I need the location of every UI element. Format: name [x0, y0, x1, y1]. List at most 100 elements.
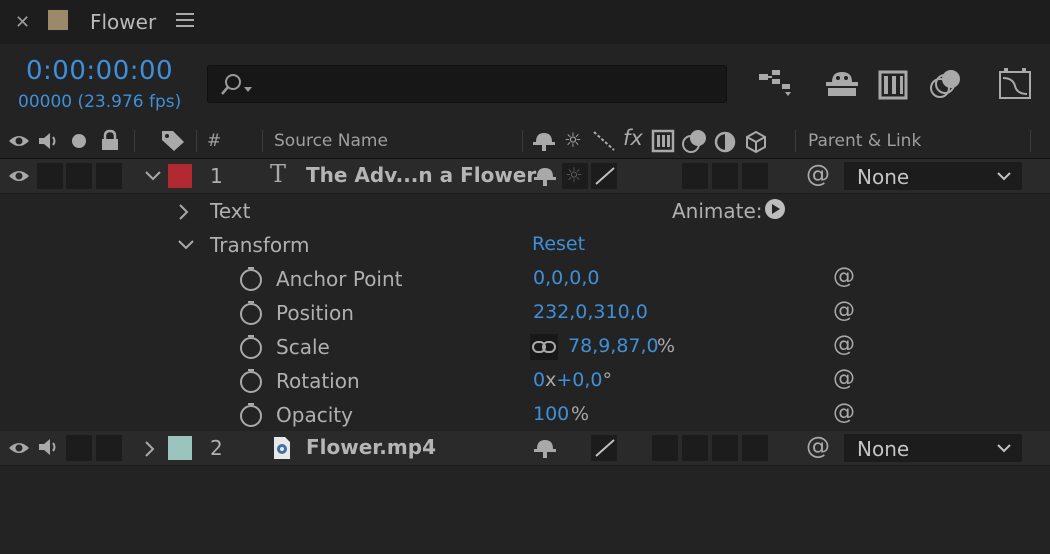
audio-icon[interactable]	[37, 131, 61, 151]
label-tag-icon[interactable]	[160, 128, 186, 152]
3d-switch[interactable]	[742, 163, 768, 189]
stopwatch-icon[interactable]	[238, 265, 264, 293]
parent-dropdown[interactable]: None	[844, 434, 1022, 462]
layer-label-color[interactable]	[168, 164, 192, 188]
parent-value: None	[857, 165, 910, 189]
current-time-display[interactable]: 0:00:00:00	[26, 56, 173, 86]
property-row-text	[0, 194, 1050, 229]
chevron-down-icon[interactable]	[177, 238, 195, 252]
position-value[interactable]: 232,0,310,0	[533, 301, 648, 323]
animate-label: Animate:	[672, 199, 763, 223]
chevron-down-icon	[997, 444, 1011, 453]
frame-blending-icon[interactable]	[874, 64, 914, 104]
property-row-scale	[0, 330, 1050, 365]
pick-whip-icon[interactable]: @	[833, 400, 855, 425]
flowchart-icon[interactable]	[756, 64, 796, 104]
motion-blur-switch[interactable]	[682, 435, 708, 461]
audio-switch[interactable]	[37, 163, 63, 189]
adjustment-layer-icon[interactable]	[713, 130, 737, 154]
effects-fx-icon[interactable]: fx	[623, 126, 643, 150]
shy-layers-icon[interactable]	[822, 64, 862, 104]
lock-icon[interactable]	[99, 129, 121, 151]
frame-blend-switch-icon[interactable]	[651, 129, 675, 153]
adjustment-switch[interactable]	[712, 163, 738, 189]
column-parent-link: Parent & Link	[808, 131, 922, 151]
animate-play-icon[interactable]	[764, 198, 786, 220]
pick-whip-icon[interactable]: @	[833, 332, 855, 357]
audio-icon[interactable]	[37, 437, 61, 457]
parent-dropdown[interactable]: None	[844, 162, 1022, 190]
rotation-value[interactable]: 0x+0,0°	[533, 369, 612, 391]
rotation-degrees[interactable]: +0,0	[556, 369, 602, 391]
chevron-down-icon	[997, 172, 1011, 181]
3d-layer-icon[interactable]	[744, 130, 768, 154]
graph-editor-icon[interactable]	[995, 64, 1035, 104]
shy-switch-icon[interactable]	[533, 165, 557, 187]
layer-number: 1	[210, 164, 223, 188]
lock-switch[interactable]	[96, 435, 122, 461]
motion-blur-icon[interactable]	[926, 64, 966, 104]
pick-whip-icon[interactable]: @	[833, 298, 855, 323]
pick-whip-icon[interactable]: @	[833, 366, 855, 391]
scale-value[interactable]: 78,9,87,0	[568, 335, 659, 357]
search-input[interactable]	[207, 65, 727, 103]
layer-visibility-eye-icon[interactable]	[8, 166, 30, 186]
property-row-anchor-point	[0, 262, 1050, 297]
quality-icon[interactable]	[592, 130, 616, 152]
solo-icon[interactable]	[70, 132, 88, 150]
layer-visibility-eye-icon[interactable]	[8, 438, 30, 458]
property-row-rotation	[0, 364, 1050, 399]
chevron-right-icon[interactable]	[176, 203, 190, 221]
constrain-proportions-toggle[interactable]	[530, 334, 558, 360]
lock-switch[interactable]	[96, 163, 122, 189]
rotation-x: x	[545, 369, 557, 391]
stopwatch-icon[interactable]	[238, 367, 264, 395]
frame-blend-switch[interactable]	[652, 435, 678, 461]
composition-tab-title[interactable]: Flower	[90, 10, 156, 34]
panel-tab-bar	[0, 0, 1050, 44]
column-source-name[interactable]: Source Name	[274, 131, 388, 151]
quality-line-icon[interactable]	[594, 166, 616, 186]
pick-whip-icon[interactable]: @	[806, 432, 830, 460]
collapse-sun-icon[interactable]: ☼	[565, 163, 583, 187]
stopwatch-icon[interactable]	[238, 333, 264, 361]
chevron-right-icon[interactable]	[142, 440, 156, 458]
panel-menu-icon[interactable]	[176, 10, 194, 28]
link-icon	[532, 341, 556, 353]
opacity-value[interactable]: 100	[533, 403, 569, 425]
layer-label-color[interactable]	[168, 436, 192, 460]
chevron-down-icon[interactable]	[143, 168, 163, 184]
shy-switch-icon[interactable]	[533, 437, 557, 459]
layer-name[interactable]: The Adv...n a Flower	[306, 163, 536, 187]
parent-value: None	[857, 437, 910, 461]
collapse-transform-icon[interactable]: ☼	[564, 128, 582, 152]
text-group-label[interactable]: Text	[210, 199, 250, 223]
anchor-point-label: Anchor Point	[276, 267, 403, 291]
eye-icon[interactable]	[8, 131, 30, 151]
motion-blur-switch[interactable]	[682, 163, 708, 189]
quality-line-icon[interactable]	[594, 438, 616, 458]
property-row-transform	[0, 228, 1050, 263]
3d-switch[interactable]	[742, 435, 768, 461]
transform-group-label[interactable]: Transform	[210, 233, 309, 257]
stopwatch-icon[interactable]	[238, 401, 264, 429]
rotation-label: Rotation	[276, 369, 360, 393]
reset-link[interactable]: Reset	[532, 233, 585, 255]
pick-whip-icon[interactable]: @	[806, 160, 830, 188]
property-row-opacity	[0, 398, 1050, 433]
solo-switch[interactable]	[66, 435, 92, 461]
motion-blur-switch-icon[interactable]	[681, 127, 709, 155]
layer-number: 2	[210, 436, 223, 460]
frame-rate-display: 00000 (23.976 fps)	[18, 92, 182, 112]
empty-layer-area[interactable]	[0, 466, 1050, 554]
opacity-label: Opacity	[276, 403, 353, 427]
anchor-point-value[interactable]: 0,0,0,0	[533, 267, 599, 289]
close-icon[interactable]: ✕	[15, 12, 30, 33]
solo-switch[interactable]	[66, 163, 92, 189]
layer-name[interactable]: Flower.mp4	[306, 435, 436, 459]
rotation-revolutions[interactable]: 0	[533, 369, 545, 391]
pick-whip-icon[interactable]: @	[833, 264, 855, 289]
shy-switch-icon[interactable]	[532, 130, 556, 152]
stopwatch-icon[interactable]	[238, 299, 264, 327]
adjustment-switch[interactable]	[712, 435, 738, 461]
